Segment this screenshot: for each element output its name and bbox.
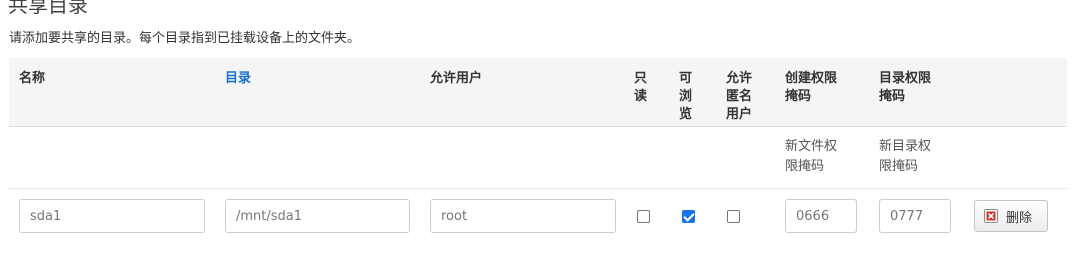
create-mask-description: 新文件权限掩码 <box>775 126 869 189</box>
header-guest-users-label: 允许匿名用户 <box>726 71 753 122</box>
header-dir-mask-label: 目录权限掩码 <box>879 71 932 104</box>
header-browsable: 可浏览 <box>671 58 716 127</box>
delete-button-label: 删除 <box>1006 210 1033 226</box>
create-mask-input[interactable] <box>785 199 857 234</box>
delete-button[interactable]: 删除 <box>974 200 1049 233</box>
read-only-checkbox[interactable] <box>637 209 650 223</box>
header-directory[interactable]: 目录 <box>215 58 420 127</box>
table-header-row: 名称 目录 允许用户 只读 可浏览 允许匿名用户 创建权限掩码 目录权限掩码 <box>9 58 1067 127</box>
header-guest-users: 允许匿名用户 <box>716 58 775 127</box>
header-read-only-label: 只读 <box>634 71 648 104</box>
share-users-input[interactable] <box>430 199 616 234</box>
header-create-mask-label: 创建权限掩码 <box>785 71 838 104</box>
header-dir-mask: 目录权限掩码 <box>869 58 964 127</box>
section-title: 共享目录 <box>8 0 88 17</box>
table-row: 删除 <box>9 188 1067 244</box>
dir-mask-input[interactable] <box>879 199 951 234</box>
header-create-mask: 创建权限掩码 <box>775 58 869 127</box>
header-browsable-label: 可浏览 <box>679 71 693 122</box>
shares-table: 名称 目录 允许用户 只读 可浏览 允许匿名用户 创建权限掩码 目录权限掩码 新… <box>9 58 1067 244</box>
header-allowed-users: 允许用户 <box>420 58 626 127</box>
header-name: 名称 <box>9 58 215 127</box>
header-actions <box>964 58 1067 127</box>
shared-directories-section: 共享目录 请添加要共享的目录。每个目录指到已挂载设备上的文件夹。 名称 目录 允… <box>0 0 1076 270</box>
dir-mask-description: 新目录权限掩码 <box>869 126 964 189</box>
header-read-only: 只读 <box>626 58 671 127</box>
delete-icon <box>984 209 998 224</box>
share-directory-input[interactable] <box>225 199 410 234</box>
section-description: 请添加要共享的目录。每个目录指到已挂载设备上的文件夹。 <box>9 31 361 46</box>
description-row: 新文件权限掩码 新目录权限掩码 <box>9 126 1067 189</box>
browsable-checkbox[interactable] <box>682 209 695 223</box>
guest-users-checkbox[interactable] <box>727 209 740 223</box>
share-name-input[interactable] <box>19 199 205 234</box>
